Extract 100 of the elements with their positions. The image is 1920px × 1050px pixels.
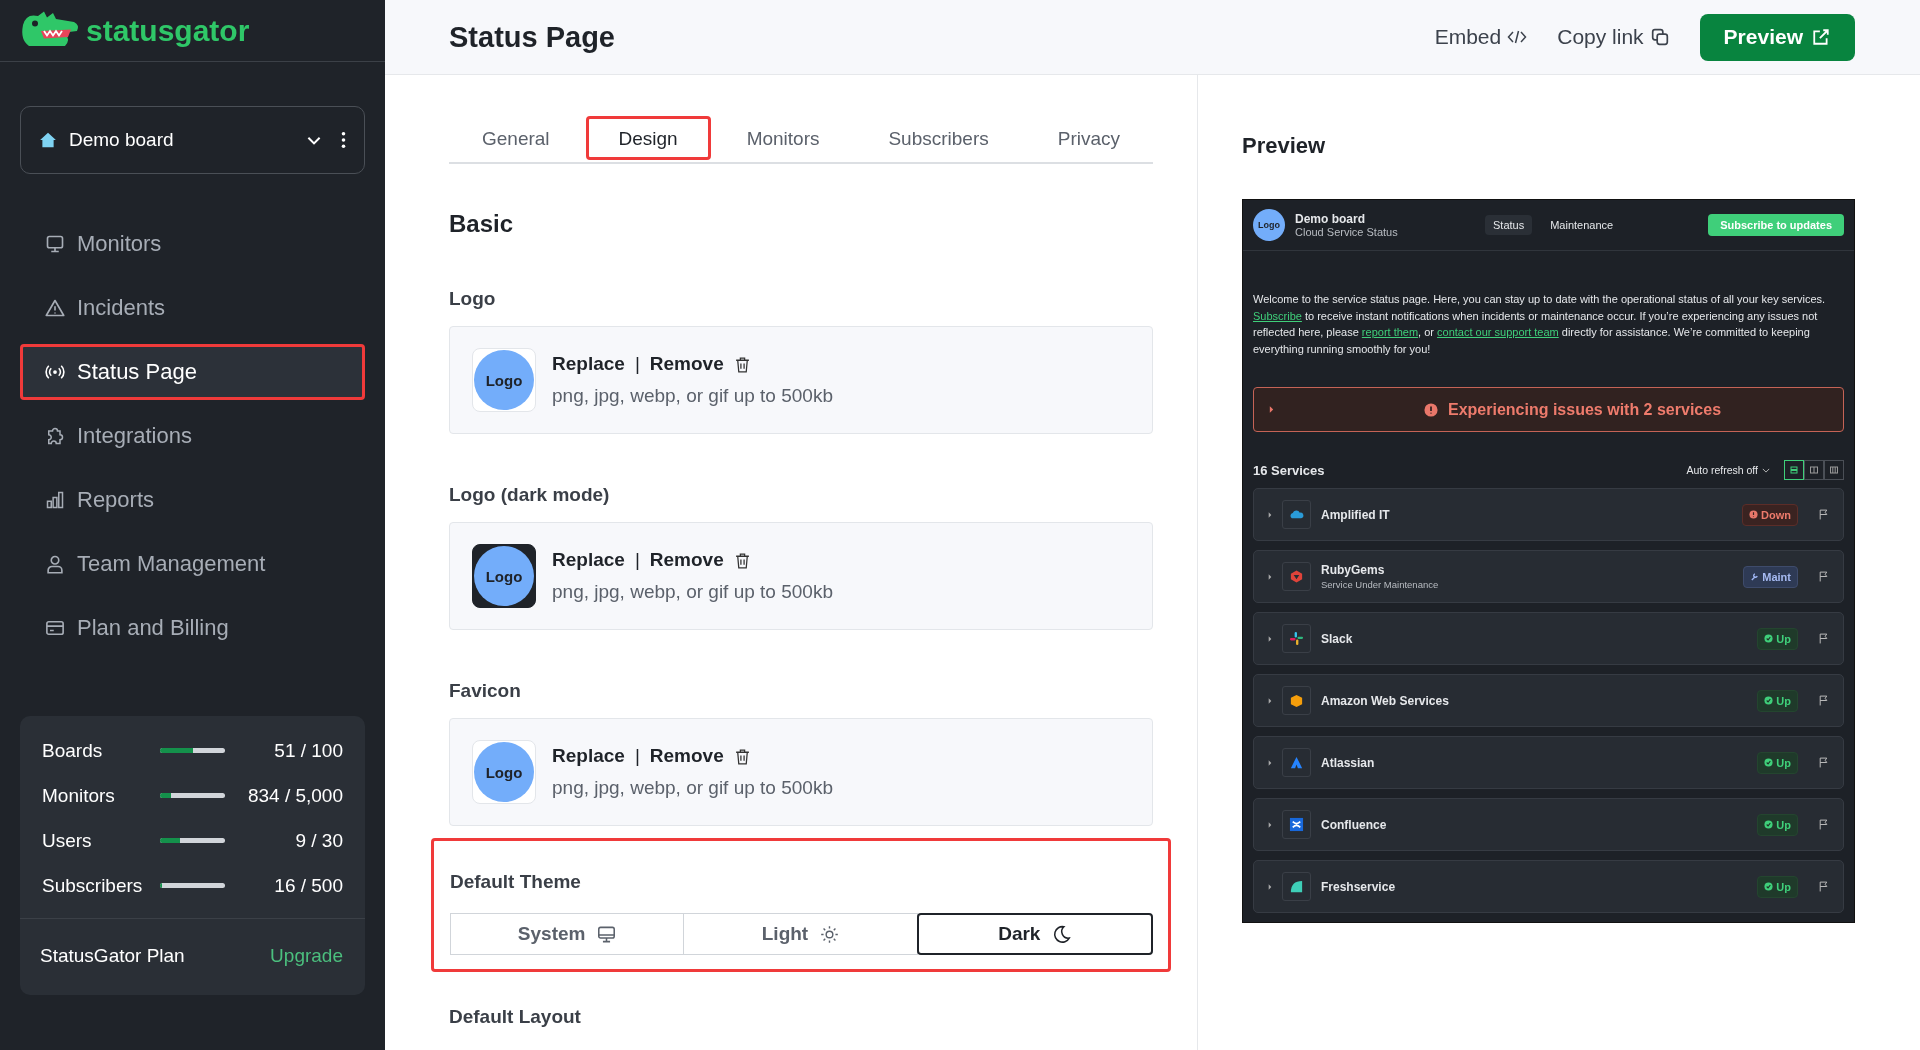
remove-link[interactable]: Remove (649, 353, 724, 375)
usage-value: 16 / 500 (273, 874, 343, 897)
flag-icon[interactable] (1818, 881, 1829, 892)
caret-right-icon (1268, 821, 1272, 828)
page-title: Status Page (449, 20, 615, 54)
service-row[interactable]: Amazon Web Services Up (1253, 674, 1844, 727)
warning-icon (45, 298, 65, 318)
preview-title: Preview (1242, 133, 1327, 159)
service-row[interactable]: Slack Up (1253, 612, 1844, 665)
nav-item[interactable]: Reports (20, 472, 365, 528)
issue-alert[interactable]: Experiencing issues with 2 services (1253, 387, 1844, 432)
status-badge: Up (1757, 689, 1798, 712)
trash-icon (733, 747, 751, 765)
service-row[interactable]: Atlassian Up (1253, 736, 1844, 789)
service-note: Service Under Maintenance (1321, 579, 1440, 590)
flag-icon[interactable] (1818, 757, 1829, 768)
preview-tab[interactable]: Status (1485, 215, 1533, 235)
service-row[interactable]: Freshservice Up (1253, 860, 1844, 913)
usage-bar (160, 883, 225, 888)
preview-tab[interactable]: Maintenance (1542, 215, 1622, 235)
broadcast-icon (45, 362, 65, 382)
caret-right-icon (1268, 697, 1272, 704)
tab[interactable]: Subscribers (855, 116, 1022, 160)
logo-thumbnail: Logo (472, 740, 536, 804)
usage-value: 51 / 100 (273, 739, 343, 762)
service-row[interactable]: RubyGems Service Under Maintenance Maint (1253, 550, 1844, 603)
usage-bar (160, 838, 225, 843)
service-logo-icon (1282, 748, 1311, 777)
remove-link[interactable]: Remove (649, 745, 724, 767)
service-logo-icon (1282, 500, 1311, 529)
replace-link[interactable]: Replace (552, 549, 625, 571)
field-label: Default Layout (449, 1006, 582, 1028)
status-badge: Up (1757, 813, 1798, 836)
tab[interactable]: Design (585, 116, 711, 160)
nav-item[interactable]: Team Management (20, 536, 365, 592)
replace-link[interactable]: Replace (552, 353, 625, 375)
view-toggle[interactable] (1824, 460, 1844, 480)
chevron-down-icon (1762, 467, 1770, 473)
service-row[interactable]: Confluence Up (1253, 798, 1844, 851)
embed-link[interactable]: Embed (1434, 25, 1528, 49)
theme-option[interactable]: Light (683, 913, 918, 955)
columns-icon (1829, 465, 1839, 475)
replace-link[interactable]: Replace (552, 745, 625, 767)
logo-badge: Logo (1253, 209, 1285, 241)
separator: | (634, 353, 640, 375)
flag-icon[interactable] (1818, 819, 1829, 830)
nav-item[interactable]: Plan and Billing (20, 600, 365, 656)
tab[interactable]: General (449, 116, 583, 160)
tab[interactable]: Monitors (713, 116, 853, 160)
service-logo-icon (1282, 624, 1311, 653)
nav-item[interactable]: Integrations (20, 408, 365, 464)
puzzle-icon (45, 426, 65, 446)
board-selector[interactable]: Demo board (20, 106, 365, 174)
caret-right-icon (1268, 759, 1272, 766)
tab[interactable]: Privacy (1024, 116, 1153, 160)
usage-bar (160, 748, 225, 753)
service-logo-icon (1282, 810, 1311, 839)
service-row[interactable]: Amplified IT Down (1253, 488, 1844, 541)
copy-link[interactable]: Copy link (1557, 25, 1670, 49)
more-icon (341, 131, 346, 149)
flag-icon[interactable] (1818, 695, 1829, 706)
board-name: Demo board (1295, 212, 1366, 226)
columns-icon (1809, 465, 1819, 475)
separator: | (634, 549, 640, 571)
theme-option[interactable]: System (450, 913, 685, 955)
brand-name: statusgator (86, 13, 250, 48)
caret-right-icon (1268, 883, 1272, 890)
preview-button[interactable]: Preview (1699, 13, 1855, 61)
usage-value: 834 / 5,000 (246, 784, 343, 807)
remove-link[interactable]: Remove (649, 549, 724, 571)
upload-hint: png, jpg, webp, or gif up to 500kb (552, 385, 833, 407)
theme-option[interactable]: Dark (916, 913, 1153, 955)
auto-refresh-dropdown[interactable]: Auto refresh off (1686, 464, 1770, 476)
flag-icon[interactable] (1818, 509, 1829, 520)
monitor-icon (597, 924, 617, 944)
nav-item[interactable]: Incidents (20, 280, 365, 336)
upgrade-link[interactable]: Upgrade (270, 945, 343, 967)
usage-label: Monitors (42, 784, 116, 807)
logo-thumbnail: Logo (472, 348, 536, 412)
nav-item[interactable]: Status Page (20, 344, 365, 400)
service-name: RubyGems (1321, 563, 1386, 577)
status-badge: Up (1757, 751, 1798, 774)
intro-link[interactable]: Subscribe (1253, 309, 1302, 322)
usage-label: Users (42, 829, 93, 852)
usage-bar (160, 793, 225, 798)
separator: | (634, 745, 640, 767)
nav-item[interactable]: Monitors (20, 216, 365, 272)
view-toggle[interactable] (1804, 460, 1824, 480)
field-label: Logo (449, 288, 497, 310)
external-link-icon (1811, 28, 1831, 46)
flag-icon[interactable] (1818, 571, 1829, 582)
list-view-icon (1789, 465, 1799, 475)
flag-icon[interactable] (1818, 633, 1829, 644)
service-name: Freshservice (1321, 879, 1397, 894)
service-name: Amplified IT (1321, 507, 1391, 522)
trash-icon (733, 355, 751, 373)
moon-icon (1052, 924, 1072, 944)
view-toggle[interactable] (1784, 460, 1804, 480)
intro-link[interactable]: contact our support team (1437, 326, 1559, 338)
service-name: Confluence (1321, 817, 1388, 832)
